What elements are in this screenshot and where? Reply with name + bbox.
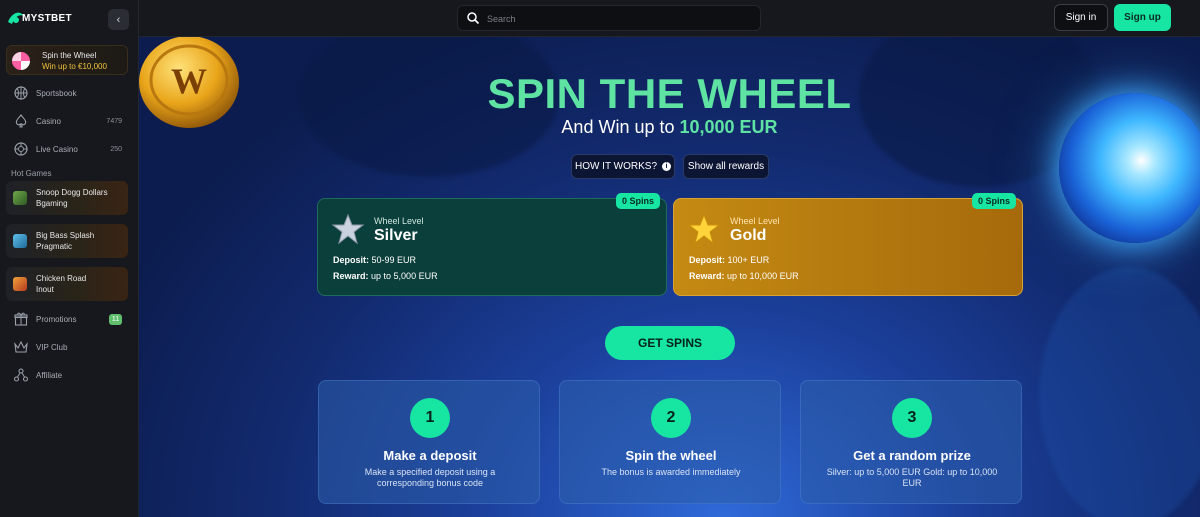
spins-badge: 0 Spins [615, 193, 660, 209]
promo-title: Spin the Wheel [42, 51, 97, 60]
sidebar-item-sportsbook[interactable]: Sportsbook [0, 83, 139, 103]
game-thumbnail [13, 277, 27, 291]
subtitle-prefix: And Win up to [561, 117, 675, 137]
reward-row: Reward: up to 5,000 EUR [333, 271, 438, 281]
step-number: 2 [651, 398, 691, 438]
sidebar-item-vip-club[interactable]: VIP Club [0, 337, 139, 357]
game-name: Snoop Dogg Dollars [36, 188, 108, 197]
sidebar-item-count: 7479 [106, 117, 122, 125]
sidebar-item-label: Casino [36, 116, 61, 126]
game-provider: Pragmatic [36, 242, 73, 251]
sidebar-item-label: Live Casino [36, 144, 78, 154]
step-card-prize: 3 Get a random prize Silver: up to 5,000… [800, 380, 1022, 504]
hot-game-chicken-road[interactable]: Chicken Road Inout [6, 267, 128, 301]
wheel-level-label: Wheel Level [374, 216, 424, 226]
show-all-rewards-button[interactable]: Show all rewards [683, 154, 769, 179]
basketball-icon [14, 86, 28, 100]
sidebar: MYSTBET ‹ Spin the Wheel Win up to €10,0… [0, 0, 139, 517]
sidebar-item-label: Promotions [36, 314, 77, 324]
roulette-icon [14, 142, 28, 156]
wheel-level-name: Silver [374, 227, 418, 244]
sidebar-collapse-button[interactable]: ‹ [108, 9, 129, 30]
game-provider: Bgaming [36, 199, 68, 208]
game-name: Big Bass Splash [36, 231, 95, 240]
info-icon: i [662, 162, 672, 171]
step-title: Make a deposit [383, 448, 477, 463]
deposit-label: Deposit: [333, 255, 369, 265]
how-it-works-button[interactable]: HOW IT WORKS? i [571, 154, 675, 179]
deposit-value: 100+ EUR [727, 255, 770, 265]
sidebar-item-label: Affiliate [36, 370, 63, 380]
subtitle-amount: 10,000 EUR [679, 117, 778, 137]
sidebar-item-label: Sportsbook [36, 88, 77, 98]
game-name: Chicken Road [36, 274, 87, 283]
spade-icon [15, 114, 27, 128]
promotions-count-badge: 11 [109, 313, 122, 325]
reward-label: Reward: [333, 271, 369, 281]
affiliate-icon [13, 368, 29, 382]
get-spins-button[interactable]: GET SPINS [605, 326, 735, 360]
search-input[interactable] [487, 11, 747, 26]
sidebar-item-live-casino[interactable]: Live Casino 250 [0, 139, 139, 159]
silver-star-icon [332, 213, 364, 245]
reward-row: Reward: up to 10,000 EUR [689, 271, 799, 281]
step-card-deposit: 1 Make a deposit Make a specified deposi… [318, 380, 540, 504]
deposit-row: Deposit: 100+ EUR [689, 255, 769, 265]
main-content: W SPIN THE WHEEL And Win up to 10,000 EU… [139, 37, 1200, 517]
step-number: 3 [892, 398, 932, 438]
sidebar-item-count: 250 [110, 145, 122, 153]
how-it-works-label: HOW IT WORKS? [574, 161, 658, 172]
reward-value: up to 5,000 EUR [371, 271, 438, 281]
sign-in-button[interactable]: Sign in [1054, 4, 1108, 31]
spin-wheel-promo[interactable]: Spin the Wheel Win up to €10,000 [6, 45, 128, 75]
background-tree [1039, 267, 1200, 517]
deposit-label: Deposit: [689, 255, 725, 265]
step-description: Silver: up to 5,000 EUR Gold: up to 10,0… [826, 467, 998, 488]
step-title: Spin the wheel [625, 448, 717, 463]
sidebar-item-casino[interactable]: Casino 7479 [0, 111, 139, 131]
sidebar-item-promotions[interactable]: Promotions 11 [0, 309, 139, 329]
spins-badge: 0 Spins [971, 193, 1016, 209]
reward-label: Reward: [689, 271, 725, 281]
search-box[interactable] [457, 5, 761, 31]
step-title: Get a random prize [853, 448, 971, 463]
gift-icon [14, 312, 28, 326]
hot-games-heading: Hot Games [11, 169, 52, 178]
crown-icon [14, 340, 28, 353]
game-thumbnail [13, 234, 27, 248]
wheel-level-label: Wheel Level [730, 216, 780, 226]
wheel-card-gold[interactable]: 0 Spins Wheel Level Gold Deposit: 100+ E… [673, 193, 1023, 296]
chevron-left-icon: ‹ [116, 13, 121, 26]
hot-game-snoop-dogg-dollars[interactable]: Snoop Dogg Dollars Bgaming [6, 181, 128, 215]
top-bar: Sign in Sign up [139, 0, 1200, 37]
sign-up-button[interactable]: Sign up [1114, 4, 1171, 31]
sidebar-item-label: VIP Club [36, 342, 68, 352]
hot-game-big-bass-splash[interactable]: Big Bass Splash Pragmatic [6, 224, 128, 258]
deposit-value: 50-99 EUR [371, 255, 417, 265]
step-description: The bonus is awarded immediately [601, 467, 741, 477]
game-thumbnail [13, 191, 27, 205]
page-subtitle: And Win up to 10,000 EUR [139, 117, 1200, 138]
gold-star-icon [688, 213, 720, 245]
deposit-row: Deposit: 50-99 EUR [333, 255, 416, 265]
step-number: 1 [410, 398, 450, 438]
sidebar-item-affiliate[interactable]: Affiliate [0, 365, 139, 385]
wheel-level-name: Gold [730, 227, 767, 244]
wheel-icon [12, 52, 30, 70]
reward-value: up to 10,000 EUR [727, 271, 799, 281]
logo-text: MYSTBET [22, 13, 72, 24]
promo-subtitle: Win up to €10,000 [42, 62, 107, 71]
page-title: SPIN THE WHEEL [487, 70, 852, 117]
wheel-card-silver[interactable]: 0 Spins Wheel Level Silver Deposit: 50-9… [317, 193, 667, 296]
step-card-spin: 2 Spin the wheel The bonus is awarded im… [559, 380, 781, 504]
game-provider: Inout [36, 285, 54, 294]
search-icon [467, 12, 480, 25]
step-description: Make a specified deposit using a corresp… [364, 467, 496, 488]
